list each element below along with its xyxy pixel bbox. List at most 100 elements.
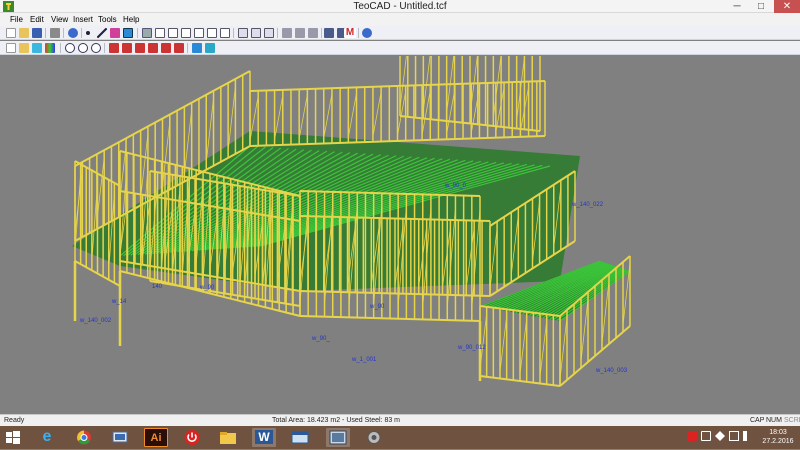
main-toolbar: M (0, 26, 800, 40)
status-cap: CAP (750, 417, 765, 424)
system-clock[interactable]: 18:03 27.2.2016 (758, 428, 798, 446)
point-icon[interactable] (86, 31, 90, 35)
display-tray-icon[interactable] (729, 431, 739, 441)
menu-bar: File Edit View Insert Tools Help (0, 13, 800, 26)
line-icon[interactable] (97, 28, 107, 38)
brace (559, 316, 568, 380)
element-label: w_90_ (311, 336, 330, 342)
move-icon[interactable] (308, 28, 318, 38)
element-label: w_14 (111, 299, 127, 305)
brace (580, 298, 589, 362)
brace (347, 92, 357, 138)
view-icon[interactable] (122, 43, 132, 53)
wall-icon[interactable] (155, 28, 165, 38)
word-icon[interactable]: W (252, 428, 276, 447)
brace (446, 89, 456, 134)
new-file-icon[interactable] (6, 28, 16, 38)
panel-icon[interactable] (251, 28, 261, 38)
power-icon[interactable] (180, 428, 204, 447)
color-icon[interactable] (45, 43, 55, 53)
maximize-button[interactable]: □ (750, 0, 772, 13)
menu-tools[interactable]: Tools (98, 13, 117, 26)
brace (372, 91, 382, 137)
brace (499, 316, 508, 372)
tools-app-icon[interactable] (362, 428, 386, 447)
brace (227, 86, 236, 151)
move-icon[interactable] (295, 28, 305, 38)
cad-viewport[interactable]: w_140_002 w_14 140 w_90 w_90_ w_1_001 w_90_012… (0, 56, 800, 414)
window-icon[interactable] (288, 428, 312, 447)
copy-icon[interactable] (142, 28, 152, 38)
view-icon[interactable] (135, 43, 145, 53)
word-label: W (255, 430, 273, 444)
panel-icon[interactable] (264, 28, 274, 38)
view-icon[interactable] (148, 43, 158, 53)
print-icon[interactable] (50, 28, 60, 38)
zoom-in-icon[interactable] (65, 43, 75, 53)
zoom-extents-icon[interactable] (91, 43, 101, 53)
element-label: w_140_002 (79, 318, 112, 324)
view-icon[interactable] (109, 43, 119, 53)
element-label: w_140_022 (571, 202, 604, 208)
grid-icon[interactable] (123, 28, 133, 38)
zoom-out-icon[interactable] (78, 43, 88, 53)
truss-icon[interactable] (324, 28, 334, 38)
help-icon[interactable] (362, 28, 372, 38)
brace (140, 133, 149, 198)
volume-tray-icon[interactable] (743, 431, 753, 441)
clock-time: 18:03 (769, 429, 787, 436)
menu-file[interactable]: File (10, 13, 23, 26)
clock-date: 27.2.2016 (762, 438, 794, 445)
chrome-icon[interactable] (72, 428, 96, 447)
windows-taskbar: e Ai W 18:03 27.2.2016 (0, 426, 800, 449)
element-label: w_90 (369, 304, 385, 310)
remote-desktop-icon[interactable] (108, 428, 132, 447)
wall-icon[interactable] (168, 28, 178, 38)
new-file-icon[interactable] (6, 43, 16, 53)
open-folder-icon[interactable] (19, 28, 29, 38)
layer-icon[interactable] (32, 43, 42, 53)
brace (183, 110, 193, 175)
move-icon[interactable] (282, 28, 292, 38)
menu-view[interactable]: View (51, 13, 68, 26)
save-icon[interactable] (32, 28, 42, 38)
menu-insert[interactable]: Insert (73, 13, 93, 26)
wall-icon[interactable] (194, 28, 204, 38)
brace (205, 98, 214, 163)
view-toolbar (0, 41, 800, 55)
element-label: w_90_012 (457, 345, 486, 351)
panel-icon[interactable] (238, 28, 248, 38)
status-bar: Ready Total Area: 18.423 m2 - Used Steel… (0, 414, 800, 426)
wall-icon[interactable] (220, 28, 230, 38)
menu-help[interactable]: Help (123, 13, 139, 26)
flag-tray-icon[interactable] (715, 431, 725, 441)
view-icon[interactable] (174, 43, 184, 53)
undo-icon[interactable] (68, 28, 78, 38)
open-folder-icon[interactable] (19, 43, 29, 53)
brace (519, 318, 528, 375)
render-icon[interactable] (205, 43, 215, 53)
view-icon[interactable] (161, 43, 171, 53)
internet-explorer-icon[interactable]: e (35, 428, 59, 447)
material-icon[interactable]: M (344, 28, 356, 38)
wall-icon[interactable] (181, 28, 191, 38)
select-icon[interactable] (110, 28, 120, 38)
render-icon[interactable] (192, 43, 202, 53)
building-frame-model: w_140_002 w_14 140 w_90 w_90_ w_1_001 w_90_012… (72, 56, 631, 387)
antivirus-tray-icon[interactable] (687, 431, 697, 441)
element-label: w_90_0 (444, 183, 467, 189)
start-windows-icon[interactable] (4, 429, 22, 447)
element-label: w_140_003 (595, 368, 628, 374)
close-button[interactable]: ✕ (774, 0, 800, 13)
illustrator-icon[interactable]: Ai (144, 428, 168, 447)
minimize-button[interactable]: ─ (726, 0, 748, 13)
menu-edit[interactable]: Edit (30, 13, 44, 26)
element-label: 140 (152, 284, 163, 290)
wall-icon[interactable] (207, 28, 217, 38)
teocad-task-icon[interactable] (326, 428, 350, 447)
file-explorer-icon[interactable] (216, 428, 240, 447)
title-bar: TeoCAD - Untitled.tcf ─ □ ✕ (0, 0, 800, 13)
brace (274, 95, 284, 140)
network-tray-icon[interactable] (701, 431, 711, 441)
window-title: TeoCAD - Untitled.tcf (353, 1, 447, 12)
